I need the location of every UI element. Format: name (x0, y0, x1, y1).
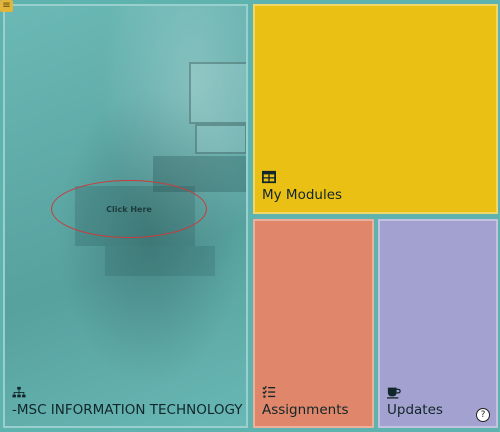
course-tile[interactable]: Click Here -MSC INFORMATION TECHNOLOGY (3, 4, 248, 428)
coffee-cup-icon (387, 387, 401, 399)
task-list-icon (262, 385, 276, 398)
updates-label: Updates (387, 402, 443, 418)
course-tile-label: -MSC INFORMATION TECHNOLOGY (12, 402, 243, 418)
hamburger-icon: ≡ (2, 0, 11, 11)
click-here-text: Click Here (106, 204, 152, 214)
assignments-tile[interactable]: Assignments (253, 219, 374, 428)
my-modules-tile[interactable]: My Modules (253, 4, 498, 214)
sitemap-icon (12, 386, 26, 398)
click-here-callout[interactable]: Click Here (51, 180, 207, 238)
my-modules-label: My Modules (262, 187, 343, 203)
assignments-label: Assignments (262, 402, 349, 418)
updates-tile[interactable]: Updates ? (378, 219, 498, 428)
help-icon-glyph: ? (480, 410, 486, 420)
help-icon[interactable]: ? (476, 408, 490, 422)
table-icon (262, 170, 276, 184)
menu-button[interactable]: ≡ (0, 0, 13, 12)
